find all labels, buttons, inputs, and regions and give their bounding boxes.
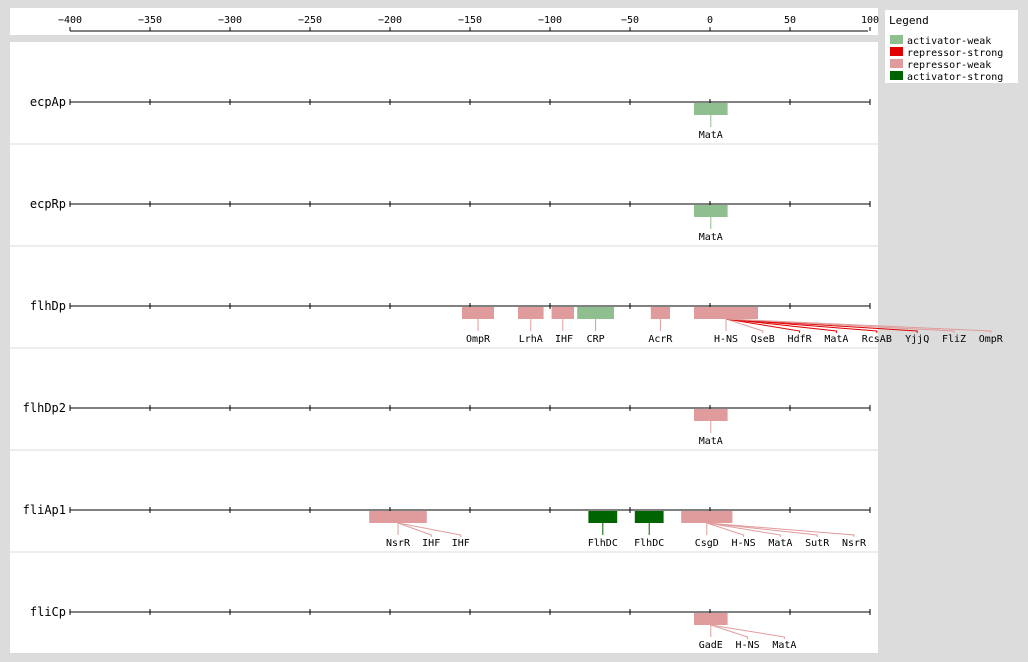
site-label: GadE	[699, 640, 723, 651]
binding-site	[462, 307, 494, 319]
site-label: QseB	[751, 334, 775, 345]
site-label: MatA	[768, 538, 792, 549]
axis-tick-label: 0	[707, 15, 713, 26]
site-label: IHF	[452, 538, 470, 549]
site-label: AcrR	[648, 334, 673, 345]
binding-site	[650, 307, 670, 319]
site-label: OmpR	[979, 334, 1004, 345]
site-label: HdfR	[788, 334, 813, 345]
axis-tick-label: 100	[861, 15, 879, 26]
legend-swatch	[890, 71, 903, 80]
axis-tick-label: −400	[58, 15, 82, 26]
site-label: MatA	[699, 232, 723, 243]
site-label: H-NS	[714, 334, 738, 345]
legend-item-label: activator-weak	[907, 36, 991, 47]
axis-tick-label: −50	[621, 15, 639, 26]
site-label: FlhDC	[634, 538, 664, 549]
legend-swatch	[890, 35, 903, 44]
site-label: LrhA	[519, 334, 543, 345]
legend-item-label: repressor-weak	[907, 60, 991, 71]
promoter-name: ecpAp	[30, 95, 66, 109]
binding-site	[694, 205, 728, 217]
legend-swatch	[890, 59, 903, 68]
binding-site	[694, 103, 728, 115]
legend-title: Legend	[889, 14, 929, 27]
binding-site	[694, 409, 728, 421]
binding-site	[551, 307, 574, 319]
site-label: NsrR	[386, 538, 411, 549]
promoter-name: flhDp	[30, 299, 66, 313]
legend: Legend activator-weakrepressor-strongrep…	[885, 10, 1018, 83]
site-label: MatA	[824, 334, 848, 345]
binding-site	[634, 511, 664, 523]
site-label: FliZ	[942, 334, 966, 345]
site-label: CsgD	[695, 538, 719, 549]
site-label: IHF	[555, 334, 573, 345]
site-label: MatA	[772, 640, 796, 651]
promoter-name: flhDp2	[23, 401, 66, 415]
site-label: RcsAB	[862, 334, 892, 345]
site-label: MatA	[699, 130, 723, 141]
site-label: CRP	[587, 334, 605, 345]
promoter-name: fliAp1	[23, 503, 66, 517]
axis-tick-label: −300	[218, 15, 242, 26]
axis-tick-label: −150	[458, 15, 482, 26]
promoter-name: fliCp	[30, 605, 66, 619]
site-label: H-NS	[732, 538, 756, 549]
binding-site	[694, 307, 758, 319]
binding-site	[588, 511, 618, 523]
site-label: IHF	[422, 538, 440, 549]
site-label: YjjQ	[905, 334, 929, 345]
legend-swatch	[890, 47, 903, 56]
promoter-name: ecpRp	[30, 197, 66, 211]
site-label: H-NS	[736, 640, 760, 651]
axis-tick-label: 50	[784, 15, 796, 26]
axis-tick-label: −200	[378, 15, 402, 26]
binding-site	[681, 511, 733, 523]
binding-site	[577, 307, 614, 319]
binding-site	[518, 307, 544, 319]
site-label: NsrR	[842, 538, 867, 549]
binding-site	[694, 613, 728, 625]
site-label: OmpR	[466, 334, 491, 345]
axis-tick-label: −100	[538, 15, 562, 26]
axis-tick-label: −250	[298, 15, 322, 26]
legend-item-label: repressor-strong	[907, 48, 1003, 59]
legend-item-label: activator-strong	[907, 72, 1003, 83]
site-label: SutR	[805, 538, 830, 549]
binding-site	[369, 511, 427, 523]
site-label: MatA	[699, 436, 723, 447]
site-label: FlhDC	[588, 538, 618, 549]
promoter-map-diagram: −400 −350 −300 −250 −200 −150 −100 −50 0 50 100 ec…	[10, 8, 1018, 653]
axis-tick-label: −350	[138, 15, 162, 26]
